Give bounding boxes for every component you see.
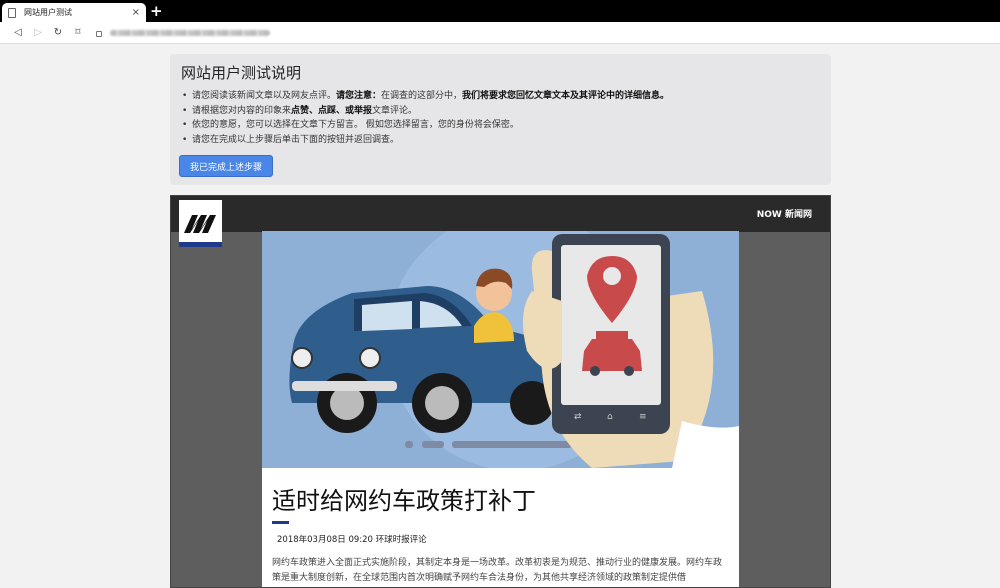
- reload-icon[interactable]: ↻: [48, 27, 68, 38]
- panel-title: 网站用户测试说明: [181, 64, 302, 82]
- article-byline: 2018年03月08日 09:20 环球时报评论: [277, 535, 427, 545]
- article: ⇄ ⌂ ≡ 适时给网约车政策打补丁 2018年03月08日 09:20 环球时报…: [262, 231, 739, 587]
- instruction-item: 请根据您对内容的印象来点赞、点踩、或举报文章评论。: [182, 104, 669, 119]
- forward-icon[interactable]: ▷: [28, 27, 48, 38]
- browser-tab-bar: 网站用户测试 × +: [0, 0, 1000, 22]
- instruction-list: 请您阅读该新闻文章以及网友点评。请您注意：在调查的这部分中，我们将要求您回忆文章…: [182, 89, 669, 147]
- headline-accent: [272, 521, 289, 524]
- news-brand[interactable]: NOW 新闻网: [757, 207, 812, 220]
- logo-bar: [179, 242, 222, 247]
- completed-steps-button[interactable]: 我已完成上述步骤: [179, 155, 273, 177]
- lock-icon: [96, 30, 102, 37]
- svg-text:≡: ≡: [639, 412, 647, 422]
- hero-illustration: ⇄ ⌂ ≡: [262, 231, 739, 468]
- news-logo[interactable]: [179, 200, 222, 247]
- bookmark-icon[interactable]: ⌑: [68, 27, 88, 38]
- new-tab-icon[interactable]: +: [150, 3, 163, 19]
- page-icon: [8, 7, 16, 18]
- news-header: NOW 新闻网: [171, 196, 830, 232]
- instruction-item: 请您阅读该新闻文章以及网友点评。请您注意：在调查的这部分中，我们将要求您回忆文章…: [182, 89, 669, 104]
- news-frame: NOW 新闻网 ⇄ ⌂ ≡ 适时给网约车政策打补丁 2018年03月08日 09…: [170, 195, 831, 588]
- instruction-item: 请您在完成以上步骤后单击下面的按钮并返回调查。: [182, 133, 669, 148]
- tab-title: 网站用户测试: [24, 8, 72, 17]
- back-icon[interactable]: ◁: [8, 27, 28, 38]
- svg-text:⇄: ⇄: [574, 412, 582, 422]
- article-headline: 适时给网约车政策打补丁: [272, 487, 536, 515]
- browser-tab[interactable]: 网站用户测试 ×: [2, 3, 146, 22]
- article-body: 网约车政策进入全面正式实施阶段，其制定本身是一场改革。改革初衷是为规范、推动行业…: [272, 558, 723, 583]
- url-field[interactable]: [110, 29, 270, 36]
- logo-mark-icon: [184, 215, 216, 233]
- instruction-item: 依您的意愿，您可以选择在文章下方留言。 假如您选择留言，您的身份将会保密。: [182, 118, 669, 133]
- svg-text:⌂: ⌂: [607, 412, 613, 422]
- tab-close-icon[interactable]: ×: [132, 7, 140, 18]
- address-bar: ◁ ▷ ↻ ⌑: [0, 22, 1000, 44]
